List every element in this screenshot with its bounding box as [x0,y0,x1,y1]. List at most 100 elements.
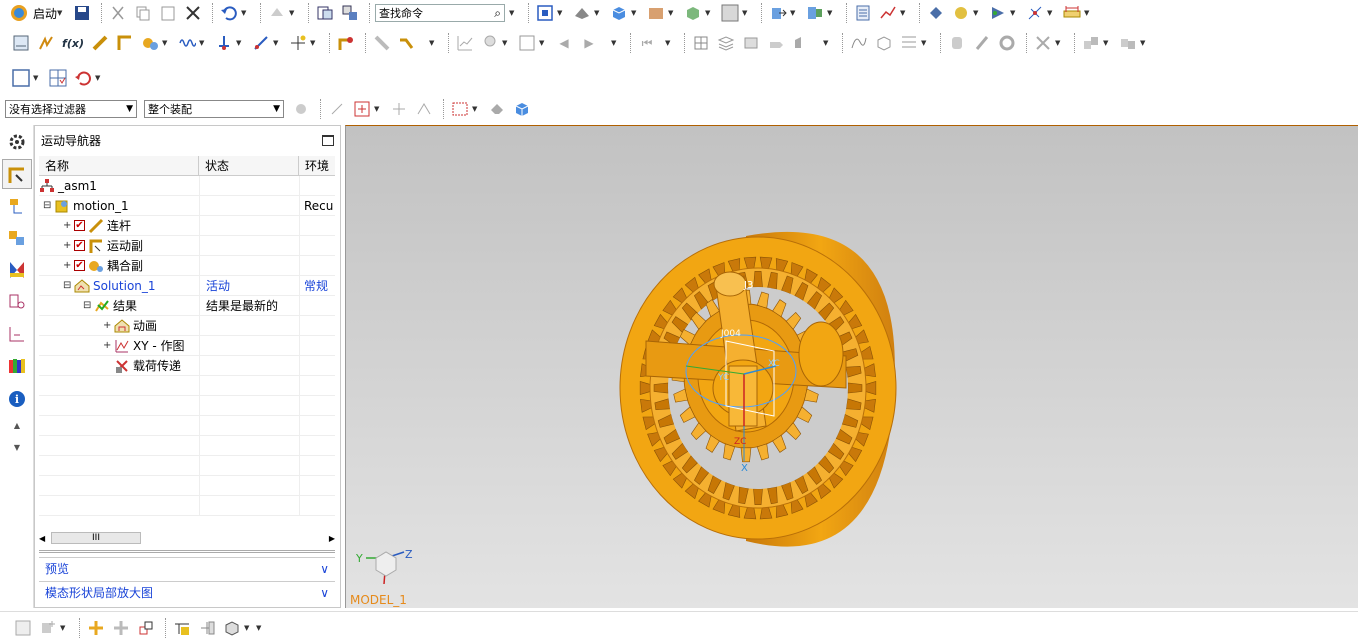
edit-section-icon[interactable] [682,2,704,24]
view-triad[interactable]: Y Z [355,548,413,585]
eraser-icon[interactable] [486,98,508,120]
reuse-library-tab-icon[interactable] [2,287,32,317]
transform-icon[interactable] [135,617,157,639]
marker-icon[interactable] [250,32,272,54]
single-view-icon[interactable] [10,67,32,89]
preview-panel[interactable]: 预览 ∨ [39,557,335,579]
nx-logo-icon[interactable] [8,2,30,24]
assembly-scope-select[interactable]: 整个装配 ▼ [144,100,284,118]
scroll-right-icon[interactable]: ▶ [323,534,335,543]
maximize-icon[interactable] [322,134,334,146]
start-menu-button[interactable]: 启动 [33,5,57,22]
graph-window-icon[interactable] [516,32,538,54]
cut-icon[interactable] [107,2,129,24]
copy-icon[interactable] [132,2,154,24]
expand-icon[interactable]: + [63,260,71,271]
cube-icon[interactable] [511,98,533,120]
visibility-checkbox[interactable]: ✔ [74,240,85,251]
spring-icon[interactable] [176,32,198,54]
cube-tool-icon[interactable] [221,617,243,639]
orient-view-icon[interactable] [571,2,593,24]
reset-orientation-icon[interactable] [72,67,94,89]
assembly-navigator-tab-icon[interactable] [2,191,32,221]
tree-row-xy-plot[interactable]: + XY - 作图 [39,336,335,356]
wave-link-icon[interactable] [950,2,972,24]
motion-part-icon[interactable] [85,617,107,639]
cross-tool-icon[interactable] [1032,32,1054,54]
curve-icon[interactable] [848,32,870,54]
window-icon[interactable] [314,2,336,24]
tree-row-results[interactable]: ⊟ 结果 结果是最新的 [39,296,335,316]
search-icon[interactable]: ⌕ [494,6,504,21]
background-icon[interactable] [645,2,667,24]
chevron-down-icon[interactable]: ∨ [320,586,329,600]
ring-icon[interactable] [996,32,1018,54]
tree-row-couplers[interactable]: + ✔ 耦合副 [39,256,335,276]
motion-navigator-tab-icon[interactable] [2,159,32,189]
layers-icon[interactable] [715,32,737,54]
table-icon[interactable] [898,32,920,54]
cube-outline-icon[interactable] [873,32,895,54]
expand-icon[interactable]: + [63,240,71,251]
snap-icon[interactable] [326,98,348,120]
selection-filter-select[interactable]: 没有选择过滤器 ▼ [5,100,137,118]
snap-point-icon[interactable] [987,2,1009,24]
solver-icon[interactable] [171,617,193,639]
contact-icon[interactable] [213,32,235,54]
tree-row-joints[interactable]: + ✔ 运动副 [39,236,335,256]
scroll-up-icon[interactable]: ▲ [2,415,32,435]
horizontal-scrollbar[interactable]: ◀ III ▶ [39,530,335,546]
load-graph-icon[interactable] [12,617,34,639]
visibility-checkbox[interactable]: ✔ [74,220,85,231]
history-tab-icon[interactable] [2,351,32,381]
info-tab-icon[interactable]: i [2,383,32,413]
expand-icon[interactable]: + [103,320,111,331]
repeat-command-icon[interactable] [266,2,288,24]
chevron-down-icon[interactable]: ∨ [320,562,329,576]
constraint-icon[interactable] [804,2,826,24]
point-snap-icon[interactable] [388,98,410,120]
cam-icon[interactable] [396,32,418,54]
export-icon[interactable] [196,617,218,639]
model-view[interactable]: XC YC ZC J3 J004 X Y Z MODEL_1 [346,126,1358,608]
column-header-status[interactable]: 状态 [199,156,299,175]
tree-row-asm[interactable]: _asm1 [39,176,335,196]
settings-icon[interactable] [290,98,312,120]
grey-part-icon[interactable] [110,617,132,639]
motion-environment-icon[interactable] [10,32,32,54]
tree-row-animation[interactable]: + 动画 [39,316,335,336]
expand-icon[interactable]: + [63,220,71,231]
tree-row-links[interactable]: + ✔ 连杆 [39,216,335,236]
delete-icon[interactable] [182,2,204,24]
color-swatch-icon[interactable] [719,2,741,24]
curve-snap-icon[interactable] [413,98,435,120]
scroll-thumb[interactable]: III [51,532,141,544]
measure-icon[interactable] [925,2,947,24]
gear-icon[interactable] [2,127,32,157]
assembly-cubes-2-icon[interactable] [1117,32,1139,54]
hd3d-tab-icon[interactable] [2,319,32,349]
collapse-icon[interactable]: ⊟ [83,300,91,311]
layout-grid-icon[interactable] [47,67,69,89]
constraint-navigator-tab-icon[interactable] [2,223,32,253]
undo-icon[interactable] [218,2,240,24]
assembly-cubes-icon[interactable] [1080,32,1102,54]
select-box-icon[interactable] [351,98,373,120]
part-navigator-tab-icon[interactable] [2,255,32,285]
sensor-icon[interactable] [479,32,501,54]
add-icon[interactable] [37,617,59,639]
part-navigator-icon[interactable] [339,2,361,24]
rod-icon[interactable] [371,32,393,54]
rectangle-select-icon[interactable] [449,98,471,120]
visibility-checkbox[interactable]: ✔ [74,260,85,271]
tag-icon[interactable] [765,32,787,54]
tree-row-load-transfer[interactable]: 载荷传递 [39,356,335,376]
mode-shape-panel[interactable]: 模态形状局部放大图 ∨ [39,581,335,603]
load-transfer-icon[interactable] [790,32,812,54]
bolt-icon[interactable] [971,32,993,54]
analysis-icon[interactable] [877,2,899,24]
scroll-left-icon[interactable]: ◀ [39,534,51,543]
arrow-left-icon[interactable]: ◀ [553,32,575,54]
function-icon[interactable]: f(x) [60,32,86,54]
graphics-window[interactable]: XC YC ZC J3 J004 X Y Z MODEL_1 [345,125,1358,608]
